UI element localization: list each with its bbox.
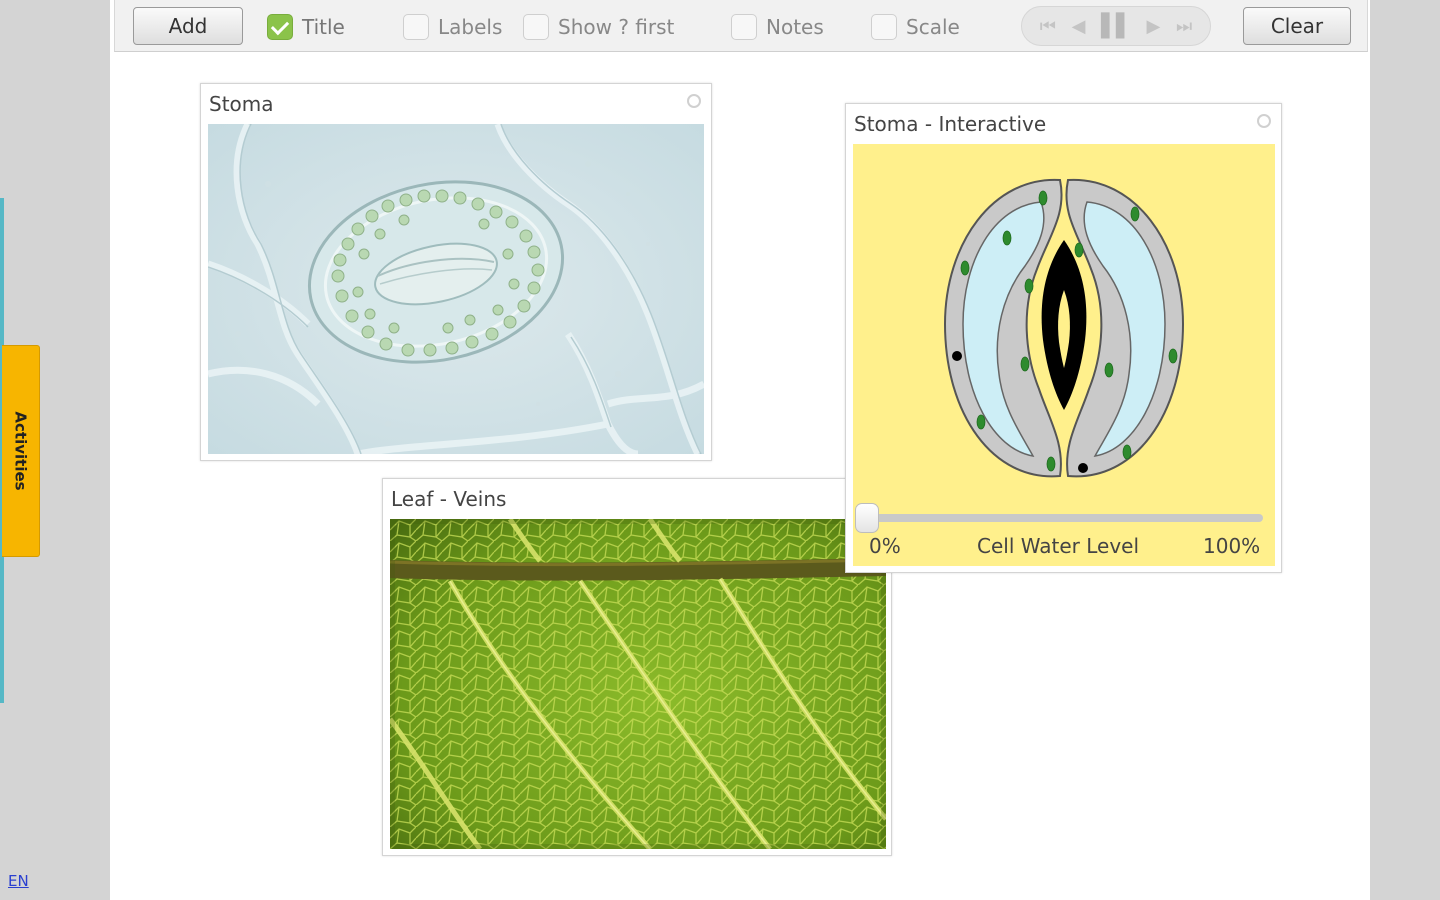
stoma-micrograph: [208, 124, 704, 454]
stoma-interactive-panel-title: Stoma - Interactive: [854, 112, 1047, 136]
water-level-slider-handle[interactable]: [855, 503, 879, 533]
leaf-veins-panel-title: Leaf - Veins: [391, 487, 507, 511]
slider-max-label: 100%: [1203, 534, 1261, 558]
pause-icon[interactable]: ▌▌: [1101, 14, 1133, 39]
notes-checkbox-label: Notes: [766, 15, 824, 39]
toolbar: Add Title Labels Show ? first Notes Scal…: [114, 0, 1368, 52]
guard-cells-diagram: [943, 178, 1185, 478]
stoma-interactive-panel[interactable]: Stoma - Interactive 0% Cell Water Level …: [845, 103, 1282, 573]
checkbox-icon: [523, 14, 549, 40]
skip-to-start-icon[interactable]: ⏮: [1040, 16, 1056, 37]
leaf-veins-photo: [390, 519, 886, 849]
scale-checkbox-label: Scale: [906, 15, 960, 39]
stoma-panel-title: Stoma: [209, 92, 274, 116]
scale-checkbox[interactable]: Scale: [871, 12, 960, 42]
stoma-panel[interactable]: Stoma: [200, 83, 712, 461]
checkbox-icon: [403, 14, 429, 40]
stoma-simulation-area: 0% Cell Water Level 100%: [853, 144, 1275, 566]
labels-checkbox-label: Labels: [438, 15, 503, 39]
step-back-icon[interactable]: ◀: [1072, 16, 1086, 37]
show-first-checkbox-label: Show ? first: [558, 15, 675, 39]
title-checkbox[interactable]: Title: [267, 12, 345, 42]
playback-controls: ⏮ ◀ ▌▌ ▶ ⏭: [1021, 6, 1211, 46]
checkbox-checked-icon: [267, 14, 293, 40]
language-link[interactable]: EN: [8, 872, 29, 890]
slider-caption: Cell Water Level: [977, 534, 1140, 558]
step-forward-icon[interactable]: ▶: [1147, 16, 1161, 37]
show-first-checkbox[interactable]: Show ? first: [523, 12, 674, 42]
title-checkbox-label: Title: [302, 15, 345, 39]
stoma-micrograph-image: [208, 124, 704, 454]
notes-checkbox[interactable]: Notes: [731, 12, 824, 42]
activities-tab-label: Activities: [11, 411, 30, 491]
close-icon[interactable]: [1257, 114, 1271, 128]
labels-checkbox[interactable]: Labels: [403, 12, 502, 42]
leaf-veins-panel[interactable]: Leaf - Veins: [382, 478, 892, 856]
checkbox-icon: [871, 14, 897, 40]
activities-tab[interactable]: Activities: [2, 345, 40, 557]
leaf-veins-image: [390, 519, 886, 849]
add-button[interactable]: Add: [133, 7, 243, 45]
close-icon[interactable]: [687, 94, 701, 108]
workspace: Add Title Labels Show ? first Notes Scal…: [110, 0, 1370, 900]
clear-button[interactable]: Clear: [1243, 7, 1351, 45]
checkbox-icon: [731, 14, 757, 40]
slider-min-label: 0%: [869, 534, 901, 558]
skip-to-end-icon[interactable]: ⏭: [1176, 16, 1192, 37]
water-level-slider-track[interactable]: [867, 514, 1263, 522]
